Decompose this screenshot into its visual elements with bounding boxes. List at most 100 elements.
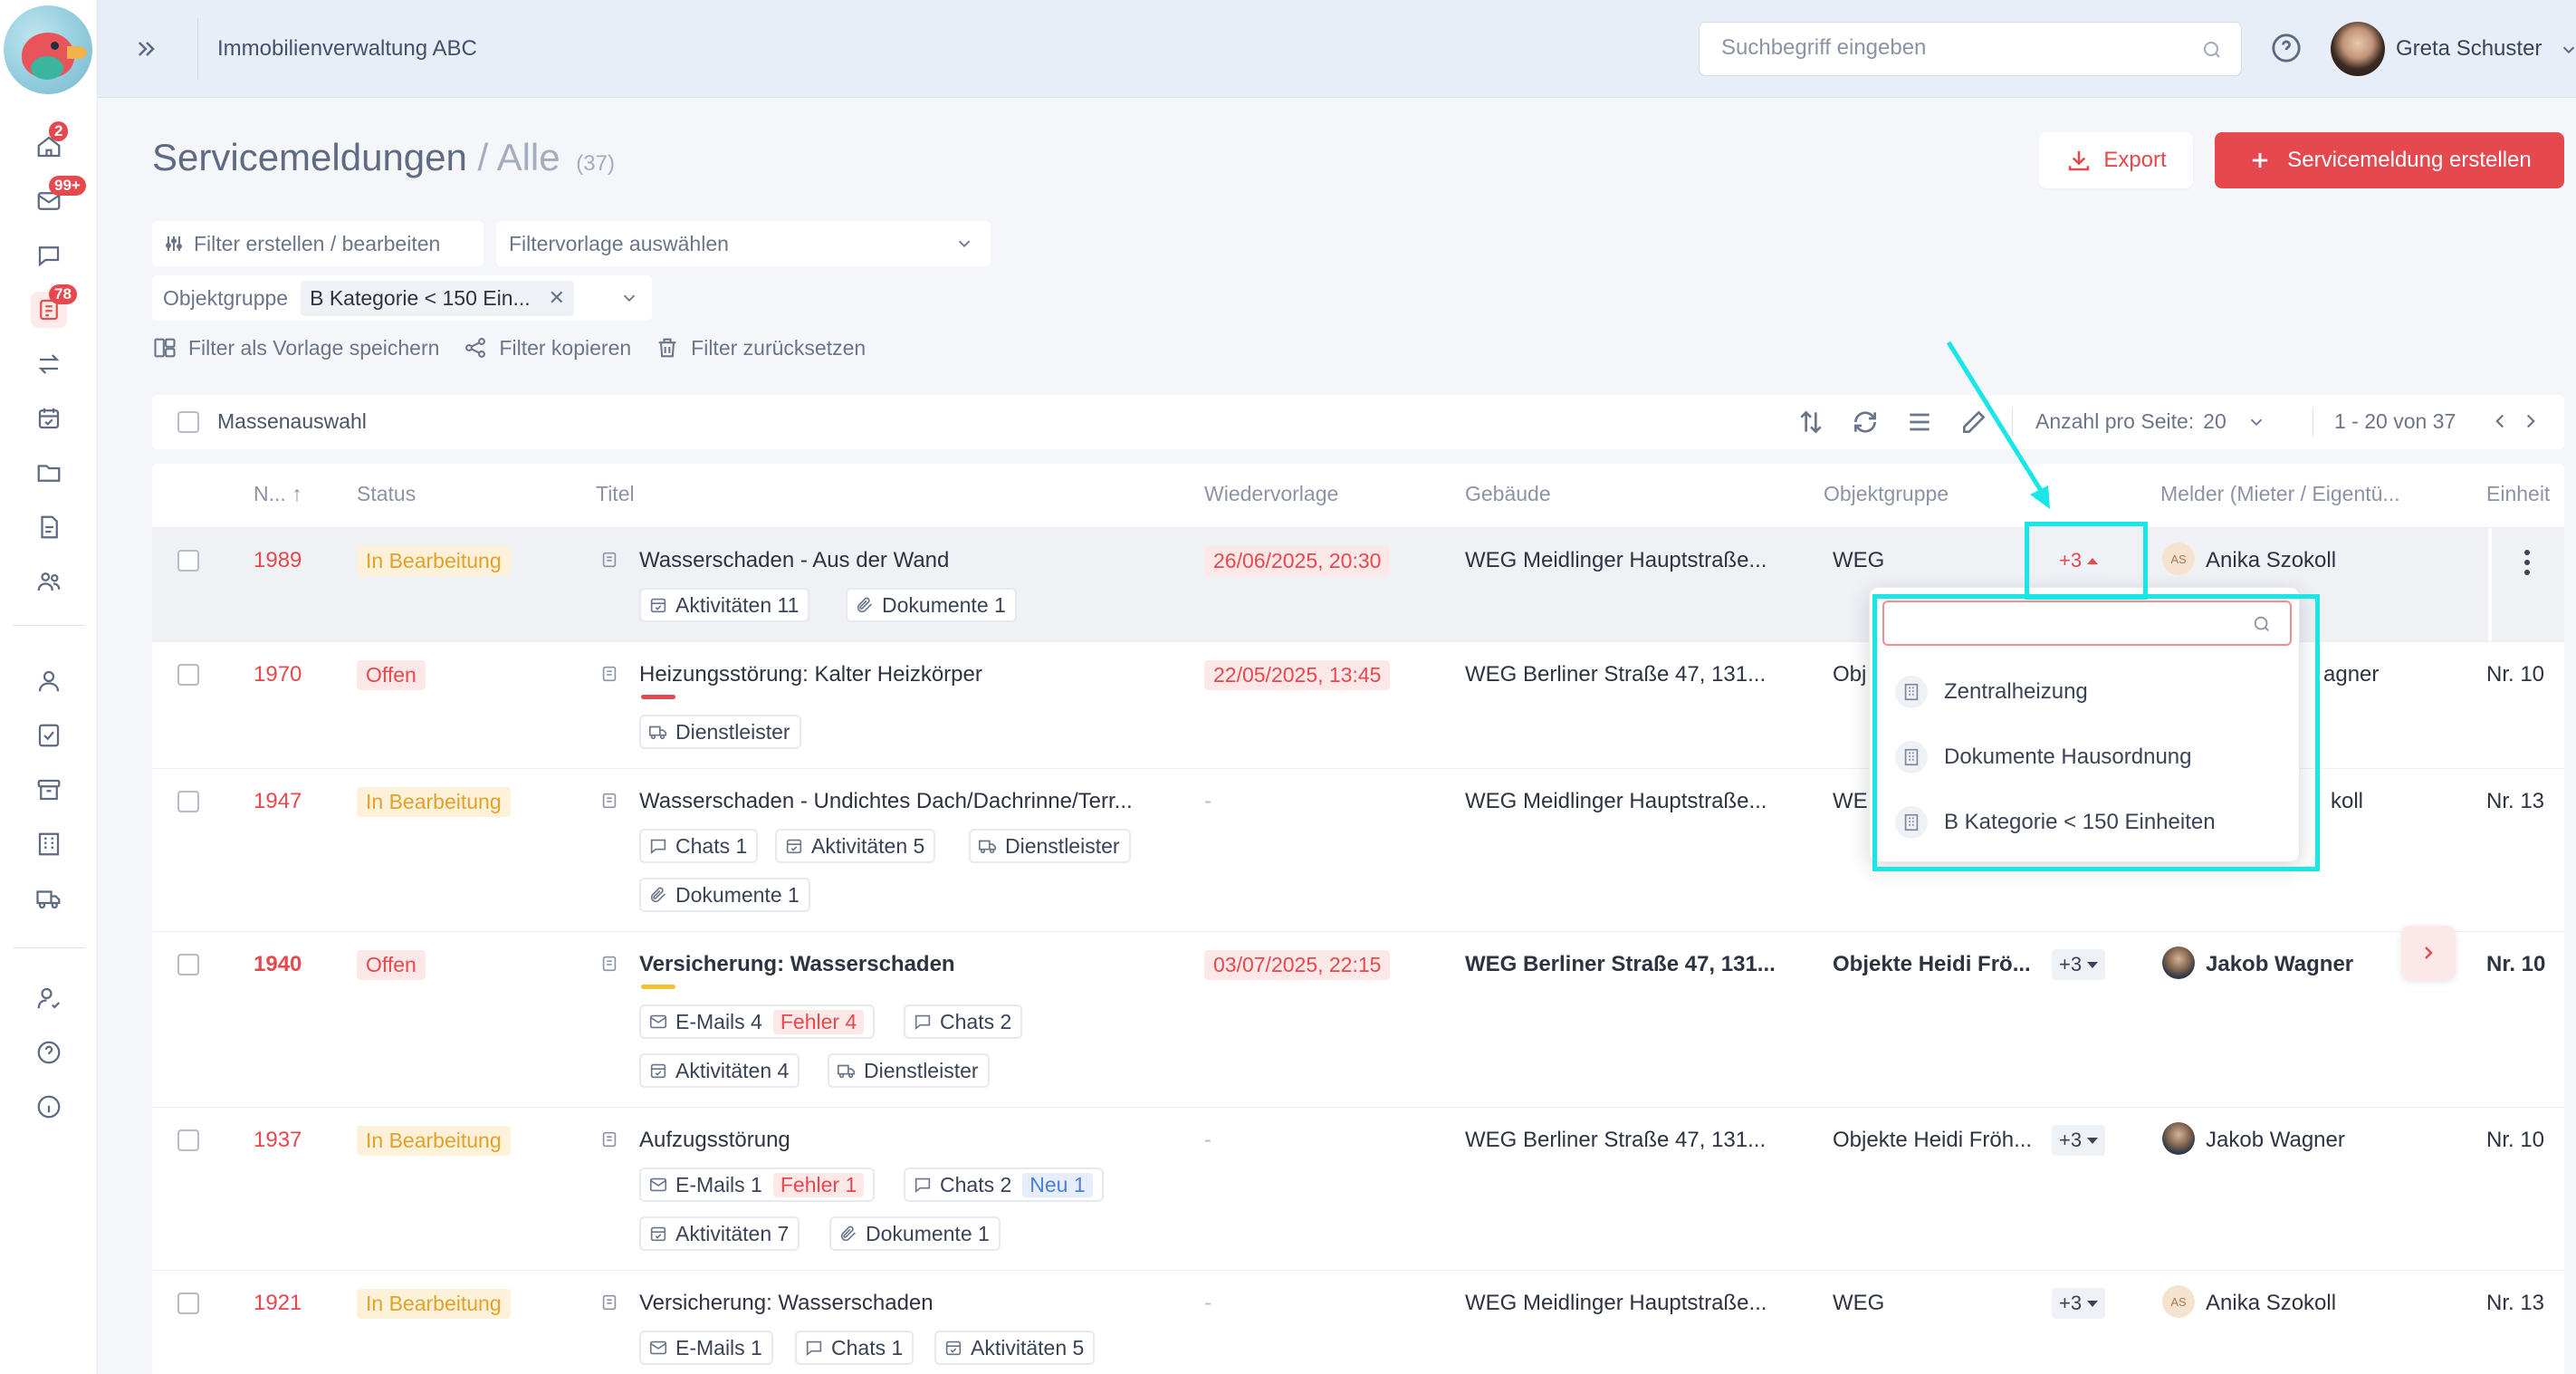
next-page-icon[interactable] — [2519, 409, 2544, 435]
building-name[interactable]: WEG Meidlinger Hauptstraße... — [1465, 789, 1767, 814]
row-number[interactable]: 1970 — [254, 662, 302, 687]
row-title[interactable]: Wasserschaden - Aus der Wand — [639, 548, 949, 573]
help-icon[interactable] — [31, 1034, 67, 1071]
building-name[interactable]: WEG Berliner Straße 47, 131... — [1465, 952, 1776, 977]
documents-tag[interactable]: Dokumente 1 — [639, 878, 810, 912]
app-logo[interactable] — [4, 5, 92, 94]
filter-chip-objektgruppe[interactable]: Objektgruppe B Kategorie < 150 Ein... ✕ — [152, 275, 652, 321]
activities-tag[interactable]: Aktivitäten 5 — [775, 829, 936, 863]
column-header-building[interactable]: Gebäude — [1465, 482, 1551, 506]
user-name[interactable]: Greta Schuster — [2396, 36, 2542, 62]
building-name[interactable]: WEG Berliner Straße 47, 131... — [1465, 662, 1766, 687]
emails-tag[interactable]: E-Mails 4 Fehler 4 — [639, 1004, 876, 1039]
column-header-object-group[interactable]: Objektgruppe — [1824, 482, 1949, 506]
chats-tag[interactable]: Chats 2 Neu 1 — [904, 1167, 1104, 1202]
activities-tag[interactable]: Aktivitäten 5 — [934, 1331, 1096, 1365]
service-provider-tag[interactable]: Dienstleister — [639, 715, 801, 749]
table-row[interactable]: 1921 In Bearbeitung Versicherung: Wasser… — [152, 1270, 2564, 1374]
folder-icon[interactable] — [31, 455, 67, 491]
person-icon[interactable] — [31, 663, 67, 699]
prev-page-icon[interactable] — [2488, 409, 2514, 435]
reset-filter-button[interactable]: Filter zurücksetzen — [655, 335, 866, 360]
row-number[interactable]: 1940 — [254, 952, 302, 977]
table-row[interactable]: 1937 In Bearbeitung Aufzugsstörung E-Mai… — [152, 1107, 2564, 1270]
more-groups-toggle[interactable]: +3 — [2052, 1288, 2106, 1319]
expand-sidebar-icon[interactable] — [132, 34, 161, 63]
reporter-name[interactable]: Jakob Wagner — [2206, 1128, 2345, 1153]
document-icon[interactable] — [31, 509, 67, 545]
row-title[interactable]: Versicherung: Wasserschaden — [639, 1291, 934, 1316]
info-icon[interactable] — [31, 1089, 67, 1125]
users-icon[interactable] — [31, 563, 67, 600]
calendar-check-icon[interactable] — [31, 400, 67, 437]
reporter-name[interactable]: agner — [2323, 662, 2379, 687]
chats-tag[interactable]: Chats 2 — [904, 1004, 1023, 1039]
user-check-icon[interactable] — [31, 980, 67, 1016]
column-header-number[interactable]: N... ↑ — [254, 482, 302, 506]
row-title[interactable]: Heizungsstörung: Kalter Heizkörper — [639, 662, 982, 687]
global-search[interactable] — [1699, 22, 2242, 76]
emails-tag[interactable]: E-Mails 1 Fehler 1 — [639, 1167, 876, 1202]
more-groups-toggle[interactable]: +3 — [2052, 949, 2106, 980]
copy-filter-button[interactable]: Filter kopieren — [463, 335, 631, 360]
refresh-icon[interactable] — [1851, 408, 1880, 437]
service-report-icon[interactable]: 78 — [31, 284, 77, 328]
transfer-icon[interactable] — [31, 346, 67, 382]
reporter-name[interactable]: Jakob Wagner — [2206, 952, 2353, 977]
row-title[interactable]: Wasserschaden - Undichtes Dach/Dachrinne… — [639, 789, 1133, 814]
mail-icon[interactable]: 99+ — [31, 176, 86, 219]
reporter-name[interactable]: Anika Szokoll — [2206, 1291, 2336, 1316]
reporter-name[interactable]: koll — [2331, 789, 2363, 814]
documents-tag[interactable]: Dokumente 1 — [846, 588, 1017, 622]
sort-icon[interactable] — [1796, 408, 1825, 437]
service-provider-tag[interactable]: Dienstleister — [828, 1053, 990, 1088]
scroll-right-button[interactable] — [2401, 926, 2456, 980]
row-checkbox[interactable] — [177, 791, 199, 812]
search-input[interactable] — [1700, 23, 2170, 73]
reporter-name[interactable]: Anika Szokoll — [2206, 548, 2336, 573]
user-avatar[interactable] — [2331, 22, 2385, 76]
row-checkbox[interactable] — [177, 1129, 199, 1151]
truck-icon[interactable] — [31, 880, 67, 917]
list-view-icon[interactable] — [1905, 408, 1934, 437]
row-title[interactable]: Aufzugsstörung — [639, 1128, 790, 1153]
documents-tag[interactable]: Dokumente 1 — [829, 1216, 1001, 1251]
export-button[interactable]: Export — [2039, 132, 2193, 188]
row-number[interactable]: 1921 — [254, 1291, 302, 1316]
row-checkbox[interactable] — [177, 1292, 199, 1314]
page-subtitle[interactable]: Alle — [497, 136, 560, 178]
more-vertical-icon[interactable] — [2524, 550, 2532, 580]
chevron-down-icon[interactable] — [2559, 40, 2576, 64]
chevron-down-icon[interactable] — [619, 288, 639, 313]
activities-tag[interactable]: Aktivitäten 4 — [639, 1053, 800, 1088]
emails-tag[interactable]: E-Mails 1 — [639, 1331, 773, 1365]
building-name[interactable]: WEG Meidlinger Hauptstraße... — [1465, 1291, 1767, 1316]
activities-tag[interactable]: Aktivitäten 11 — [639, 588, 810, 622]
row-number[interactable]: 1937 — [254, 1128, 302, 1153]
row-number[interactable]: 1947 — [254, 789, 302, 814]
close-icon[interactable]: ✕ — [549, 286, 565, 310]
create-service-report-button[interactable]: Servicemeldung erstellen — [2215, 132, 2564, 188]
mass-select-checkbox[interactable] — [177, 411, 199, 433]
activities-tag[interactable]: Aktivitäten 7 — [639, 1216, 800, 1251]
chat-icon[interactable] — [31, 237, 67, 274]
column-header-status[interactable]: Status — [357, 482, 416, 506]
column-header-reporter[interactable]: Melder (Mieter / Eigentü... — [2160, 482, 2400, 506]
row-title[interactable]: Versicherung: Wasserschaden — [639, 952, 955, 977]
per-page-select[interactable]: Anzahl pro Seite: 20 — [2035, 409, 2266, 434]
building-icon[interactable] — [31, 826, 67, 862]
column-header-title[interactable]: Titel — [596, 482, 635, 506]
more-groups-toggle[interactable]: +3 — [2052, 1125, 2106, 1156]
save-filter-template-button[interactable]: Filter als Vorlage speichern — [152, 335, 439, 360]
service-provider-tag[interactable]: Dienstleister — [969, 829, 1131, 863]
help-icon[interactable] — [2271, 33, 2303, 65]
row-number[interactable]: 1989 — [254, 548, 302, 573]
building-name[interactable]: WEG Berliner Straße 47, 131... — [1465, 1128, 1766, 1153]
chats-tag[interactable]: Chats 1 — [795, 1331, 915, 1365]
column-header-unit[interactable]: Einheit — [2486, 482, 2550, 506]
row-checkbox[interactable] — [177, 664, 199, 686]
filter-template-select[interactable]: Filtervorlage auswählen — [496, 221, 991, 266]
filter-edit-button[interactable]: Filter erstellen / bearbeiten — [152, 221, 484, 266]
archive-icon[interactable] — [31, 772, 67, 808]
column-header-follow-up[interactable]: Wiedervorlage — [1204, 482, 1338, 506]
